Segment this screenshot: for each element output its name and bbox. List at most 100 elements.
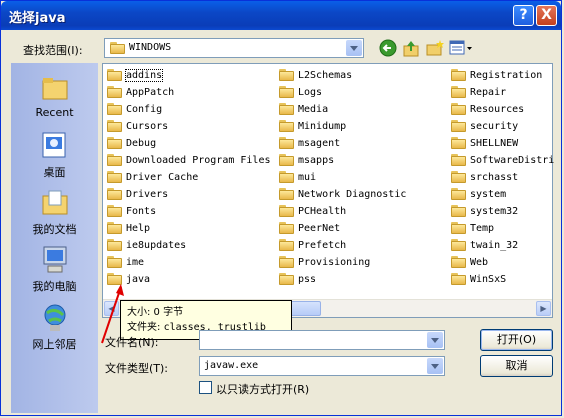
folder-icon <box>451 256 467 268</box>
place-recent[interactable]: Recent <box>11 73 98 119</box>
view-menu-icon[interactable] <box>449 39 473 57</box>
readonly-checkbox[interactable] <box>199 381 212 394</box>
folder-item[interactable]: Config <box>107 102 162 118</box>
my-computer-icon <box>39 245 71 275</box>
folder-name: ime <box>126 257 145 268</box>
folder-icon <box>279 120 295 132</box>
folder-icon <box>451 120 467 132</box>
folder-name: security <box>470 121 519 132</box>
filetype-label: 文件类型(T): <box>105 362 169 375</box>
chevron-down-icon[interactable] <box>346 40 362 56</box>
folder-item[interactable]: Driver Cache <box>107 170 198 186</box>
folder-name: ie8updates <box>126 240 187 251</box>
folder-item[interactable]: Provisioning <box>279 255 370 271</box>
folder-name: Debug <box>126 138 157 149</box>
place-my-computer[interactable]: 我的电脑 <box>11 245 98 294</box>
folder-item[interactable]: SoftwareDistri <box>451 153 554 169</box>
filetype-combo[interactable]: javaw.exe <box>199 356 445 376</box>
folder-item[interactable]: system <box>451 187 506 203</box>
up-folder-icon[interactable] <box>402 39 420 57</box>
folder-item[interactable]: srchasst <box>451 170 518 186</box>
folder-item[interactable]: msapps <box>279 153 334 169</box>
folder-item[interactable]: SHELLNEW <box>451 136 518 152</box>
folder-item[interactable]: Network Diagnostic <box>279 187 406 203</box>
file-list[interactable]: addins AppPatch Config Cursors Debug Download… <box>102 63 554 318</box>
folder-icon <box>107 205 123 217</box>
folder-icon <box>451 239 467 251</box>
folder-name: Repair <box>470 87 507 98</box>
folder-item[interactable]: Help <box>107 221 150 237</box>
desktop-icon <box>39 131 71 161</box>
folder-item[interactable]: Repair <box>451 85 506 101</box>
folder-item[interactable]: twain_32 <box>451 238 518 254</box>
folder-item[interactable]: Fonts <box>107 204 156 220</box>
folder-item[interactable]: AppPatch <box>107 85 174 101</box>
folder-icon <box>451 273 467 285</box>
folder-icon <box>279 86 295 98</box>
folder-name: Config <box>126 104 163 115</box>
folder-item[interactable]: WinSxS <box>451 272 506 288</box>
help-button[interactable]: ? <box>513 5 534 26</box>
my-documents-icon <box>39 188 71 218</box>
folder-item[interactable]: ime <box>107 255 144 271</box>
folder-icon <box>451 154 467 166</box>
folder-item[interactable]: ie8updates <box>107 238 186 254</box>
place-network[interactable]: 网上邻居 <box>11 303 98 352</box>
folder-item[interactable]: Downloaded Program Files <box>107 153 271 169</box>
folder-name: SHELLNEW <box>470 138 519 149</box>
folder-item[interactable]: addins <box>107 68 164 84</box>
chevron-down-icon[interactable] <box>427 358 443 374</box>
folder-name: Drivers <box>126 189 169 200</box>
folder-icon <box>107 188 123 200</box>
folder-name: SoftwareDistri <box>470 155 555 166</box>
folder-item[interactable]: Registration <box>451 68 542 84</box>
folder-item[interactable]: Minidump <box>279 119 346 135</box>
folder-name: Downloaded Program Files <box>126 155 271 166</box>
folder-item[interactable]: Media <box>279 102 328 118</box>
open-button[interactable]: 打开(O) <box>480 329 553 351</box>
cancel-button[interactable]: 取消 <box>480 355 553 377</box>
folder-item[interactable]: Prefetch <box>279 238 346 254</box>
filename-label: 文件名(N): <box>105 336 159 349</box>
place-desktop[interactable]: 桌面 <box>11 131 98 180</box>
folder-item[interactable]: security <box>451 119 518 135</box>
folder-icon <box>279 256 295 268</box>
chevron-down-icon[interactable] <box>427 332 443 348</box>
folder-item[interactable]: PeerNet <box>279 221 340 237</box>
place-label: Recent <box>35 106 74 119</box>
folder-item[interactable]: PCHealth <box>279 204 346 220</box>
folder-icon <box>279 188 295 200</box>
folder-item[interactable]: Web <box>451 255 488 271</box>
place-my-documents[interactable]: 我的文档 <box>11 188 98 237</box>
back-icon[interactable] <box>379 39 397 57</box>
folder-name: Provisioning <box>298 257 371 268</box>
folder-icon <box>107 120 123 132</box>
file-open-dialog: 选择java ? X 查找范围(I): WINDOWS Recent 桌面 我的… <box>0 0 562 416</box>
filename-combo[interactable] <box>199 330 445 350</box>
folder-name: twain_32 <box>470 240 519 251</box>
folder-icon <box>107 154 123 166</box>
folder-name: Prefetch <box>298 240 347 251</box>
folder-item[interactable]: mui <box>279 170 316 186</box>
folder-item[interactable]: Temp <box>451 221 494 237</box>
close-button[interactable]: X <box>536 5 557 26</box>
folder-item[interactable]: Cursors <box>107 119 168 135</box>
lookin-combo[interactable]: WINDOWS <box>104 38 364 58</box>
folder-item[interactable]: L2Schemas <box>279 68 352 84</box>
folder-item[interactable]: Logs <box>279 85 322 101</box>
new-folder-icon[interactable] <box>425 39 445 57</box>
folder-item[interactable]: system32 <box>451 204 518 220</box>
scroll-right-button[interactable]: ▶ <box>536 301 551 316</box>
folder-icon <box>279 69 295 81</box>
folder-icon <box>279 239 295 251</box>
folder-item[interactable]: Debug <box>107 136 156 152</box>
folder-item[interactable]: msagent <box>279 136 340 152</box>
readonly-label[interactable]: 以只读方式打开(R) <box>216 381 309 397</box>
folder-item[interactable]: pss <box>279 272 316 288</box>
folder-name: addins <box>124 69 164 82</box>
folder-item[interactable]: Resources <box>451 102 524 118</box>
title-bar[interactable]: 选择java ? X <box>1 1 561 30</box>
folder-icon <box>451 188 467 200</box>
folder-icon <box>451 103 467 115</box>
folder-item[interactable]: Drivers <box>107 187 168 203</box>
